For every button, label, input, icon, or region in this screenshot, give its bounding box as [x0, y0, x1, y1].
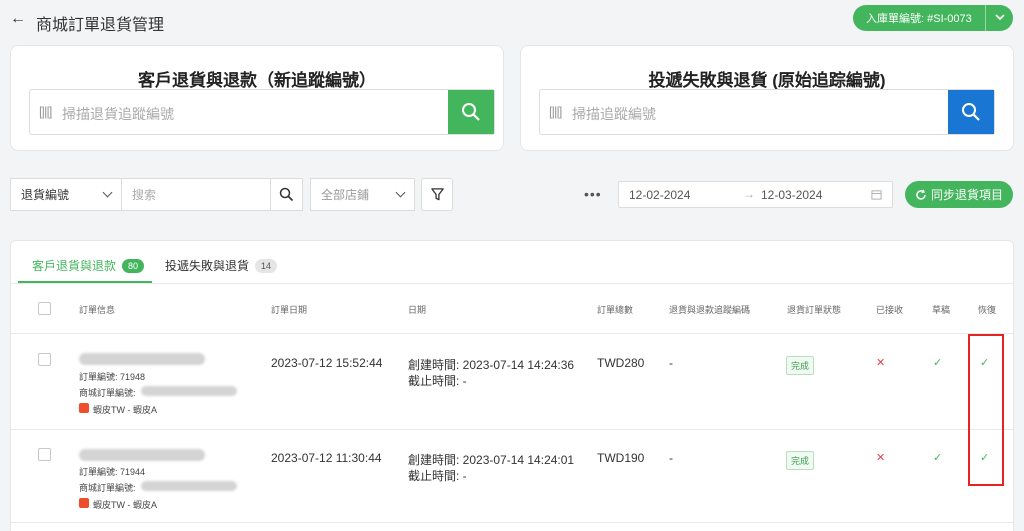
created-time: 創建時間: 2023-07-14 14:24:01 [408, 453, 575, 467]
barcode-icon: [|||] [39, 104, 52, 119]
restore-column-highlight [968, 334, 1004, 486]
shop-name: 蝦皮TW - 蝦皮A [93, 500, 157, 510]
customer-return-title: 客戶退貨與退款（新追蹤編號） [138, 71, 376, 90]
order-number: 訂單編號: 71948 [79, 372, 146, 382]
page-title: 商城訂單退貨管理 [36, 17, 165, 34]
filter-icon [430, 188, 444, 201]
divider [11, 283, 1013, 284]
redacted-product-name [79, 449, 205, 461]
column-header-return-status: 退貨訂單狀態 [787, 305, 842, 315]
barcode-icon: [|||] [549, 104, 562, 119]
column-header-restore: 恢復 [978, 305, 997, 315]
customer-return-card: 客戶退貨與退款（新追蹤編號） [|||] 掃描退貨追蹤編號 [10, 45, 504, 151]
redacted-mall-order-number [141, 386, 237, 396]
search-button[interactable] [270, 178, 303, 211]
order-total: TWD280 [597, 356, 645, 370]
sync-label: 同步退貨項目 [930, 188, 1003, 202]
tab-customer-returns[interactable]: 客戶退貨與退款 80 [32, 257, 145, 274]
failed-delivery-card: 投遞失敗與退貨 (原始追踪編號) [|||] 掃描追蹤編號 [520, 45, 1014, 151]
tab-label: 投遞失敗與退貨 [165, 259, 250, 273]
field-select[interactable]: 退貨編號 [10, 178, 122, 211]
divider [11, 522, 1013, 523]
mall-order-number: 商城訂單編號: [79, 483, 136, 493]
mall-order-number: 商城訂單編號: [79, 388, 136, 398]
more-options-button[interactable]: ••• [584, 186, 602, 202]
column-header-tracking-code: 退貨與退款追蹤編碼 [669, 305, 751, 315]
order-date: 2023-07-12 15:52:44 [271, 356, 383, 370]
sync-icon [916, 189, 926, 200]
store-select[interactable]: 全部店鋪 [310, 178, 415, 211]
tab-count-badge: 80 [122, 258, 145, 273]
back-arrow-icon[interactable]: ← [10, 10, 26, 28]
original-tracking-scan-input[interactable]: [|||] 掃描追蹤編號 [539, 89, 995, 135]
search-icon [962, 103, 980, 121]
tracking-code: - [669, 451, 673, 465]
order-total: TWD190 [597, 451, 645, 465]
date-range-arrow-icon: → [743, 187, 755, 201]
date-range-picker[interactable]: 12-02-2024 → 12-03-2024 [618, 181, 893, 208]
inbound-order-label: 入庫單編號: #SI-0073 [866, 13, 972, 25]
field-select-value: 退貨編號 [21, 188, 70, 202]
tracking-code: - [669, 356, 673, 370]
not-received-icon: ✕ [876, 452, 886, 464]
divider [11, 333, 1013, 334]
column-header-received: 已接收 [876, 305, 904, 315]
inbound-order-dropdown[interactable]: 入庫單編號: #SI-0073 [853, 5, 1013, 31]
date-end: 12-03-2024 [761, 188, 823, 202]
tab-failed-deliveries[interactable]: 投遞失敗與退貨 14 [165, 257, 278, 274]
created-time: 創建時間: 2023-07-14 14:24:36 [408, 358, 575, 372]
scan-placeholder: 掃描退貨追蹤編號 [62, 106, 174, 122]
status-badge: 完成 [786, 451, 815, 470]
sync-return-items-button[interactable]: 同步退貨項目 [905, 181, 1013, 208]
chevron-down-icon [102, 187, 113, 198]
shop-name: 蝦皮TW - 蝦皮A [93, 405, 157, 415]
shop-logo-icon [79, 403, 89, 413]
shop-logo-icon [79, 498, 89, 508]
search-icon [462, 103, 480, 121]
store-select-value: 全部店鋪 [321, 188, 370, 202]
scan-placeholder: 掃描追蹤編號 [572, 106, 656, 122]
deadline-time: 截止時間: - [408, 469, 467, 483]
calendar-icon [871, 190, 882, 200]
tab-count-badge: 14 [255, 258, 278, 273]
draft-check-icon: ✓ [933, 452, 943, 464]
not-received-icon: ✕ [876, 357, 886, 369]
column-header-order-total: 訂單總數 [597, 305, 634, 315]
redacted-product-name [79, 353, 205, 365]
deadline-time: 截止時間: - [408, 374, 467, 388]
tab-label: 客戶退貨與退款 [32, 259, 117, 273]
row-checkbox[interactable] [38, 353, 51, 366]
return-tracking-scan-input[interactable]: [|||] 掃描退貨追蹤編號 [29, 89, 495, 135]
date-start: 12-02-2024 [629, 188, 691, 202]
search-input[interactable]: 搜索 [121, 178, 271, 211]
column-header-date: 日期 [408, 305, 427, 315]
row-checkbox[interactable] [38, 448, 51, 461]
select-all-checkbox[interactable] [38, 302, 51, 315]
column-header-order-date: 訂單日期 [271, 305, 308, 315]
column-header-order-info: 訂單信息 [79, 305, 116, 315]
order-date: 2023-07-12 11:30:44 [271, 451, 382, 465]
search-placeholder: 搜索 [132, 188, 157, 202]
failed-delivery-title: 投遞失敗與退貨 (原始追踪編號) [648, 71, 886, 90]
draft-check-icon: ✓ [933, 357, 943, 369]
redacted-mall-order-number [141, 481, 237, 491]
status-badge: 完成 [786, 356, 815, 375]
divider [11, 429, 1013, 430]
chevron-down-icon[interactable] [986, 13, 1013, 23]
order-number: 訂單編號: 71944 [79, 467, 146, 477]
column-header-draft: 草稿 [932, 305, 951, 315]
search-button[interactable] [448, 90, 494, 134]
chevron-down-icon [395, 187, 406, 198]
search-button[interactable] [948, 90, 994, 134]
search-icon [279, 187, 294, 202]
filter-button[interactable] [421, 178, 453, 211]
